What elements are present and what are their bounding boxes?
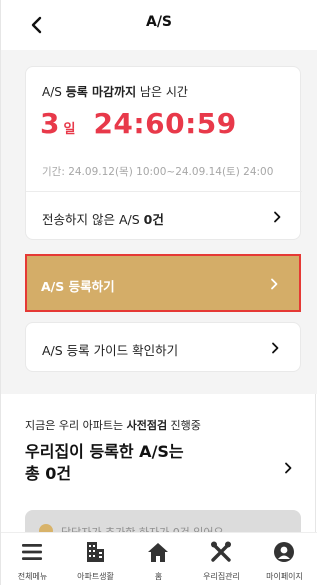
chevron-right-icon: [285, 462, 292, 474]
app-frame: A/S A/S 등록 마감까지 남은 시간 3 일 24:60:59 기간: 24.…: [0, 0, 317, 585]
period-text: 기간: 24.09.12(목) 10:00~24.09.14(토) 24:00: [42, 166, 274, 178]
unsent-prefix: 전송하지 않은 A/S: [42, 212, 144, 227]
nav-item-home-management[interactable]: 우리집관리: [190, 533, 253, 585]
menu-icon: [22, 544, 42, 560]
nav-label: 마이페이지: [266, 572, 303, 581]
home-icon: [148, 543, 168, 562]
page-title: A/S: [145, 14, 173, 30]
deadline-card: A/S 등록 마감까지 남은 시간 3 일 24:60:59 기간: 24.09.1…: [25, 66, 302, 241]
tools-icon: [211, 541, 231, 562]
my-as-summary[interactable]: 우리집이 등록한 A/S는 총 0건: [25, 441, 301, 493]
deadline-bold: 등록 마감까지: [65, 85, 137, 99]
deadline-suffix: 남은 시간: [136, 85, 188, 99]
notice-bold: 사전점검: [126, 419, 168, 432]
nav-label: 전체메뉴: [17, 572, 48, 581]
days-unit: 일: [63, 122, 76, 137]
unsent-count: 0건: [143, 212, 164, 227]
inspection-notice: 지금은 우리 아파트는 사전점검 진행중: [25, 417, 201, 433]
my-as-total: 총 0건: [25, 464, 72, 483]
unsent-as-row[interactable]: 전송하지 않은 A/S 0건: [26, 192, 302, 241]
chevron-right-icon: [271, 278, 278, 290]
nav-item-my-page[interactable]: 마이페이지: [253, 533, 316, 585]
bottom-nav: 전체메뉴 아파트생활 홈 우리집관리 마이페이지: [1, 532, 317, 585]
guide-label: A/S 등록 가이드 확인하기: [42, 343, 179, 358]
chevron-right-icon: [272, 342, 279, 354]
nav-item-apartment-life[interactable]: 아파트생활: [64, 533, 127, 585]
register-as-button[interactable]: A/S 등록하기: [25, 254, 301, 312]
unsent-label: 전송하지 않은 A/S 0건: [42, 209, 164, 228]
my-as-line1: 우리집이 등록한 A/S는: [25, 442, 184, 461]
apartment-icon: [87, 542, 104, 562]
nav-label: 홈: [154, 572, 163, 581]
nav-item-home[interactable]: 홈: [127, 533, 190, 585]
countdown-timer: 3 일 24:60:59: [40, 107, 237, 140]
countdown-clock: 24:60:59: [93, 107, 237, 140]
chevron-right-icon: [274, 211, 281, 223]
register-as-label: A/S 등록하기: [41, 279, 115, 294]
days-value: 3: [40, 107, 60, 140]
nav-label: 아파트생활: [77, 572, 114, 581]
deadline-text: A/S 등록 마감까지 남은 시간: [42, 83, 188, 100]
nav-item-all-menu[interactable]: 전체메뉴: [1, 533, 64, 585]
notice-suffix: 진행중: [167, 419, 201, 432]
deadline-prefix: A/S: [42, 85, 66, 99]
top-bar: A/S: [1, 0, 317, 50]
notice-prefix: 지금은 우리 아파트는: [25, 419, 127, 432]
nav-label: 우리집관리: [203, 572, 240, 581]
profile-icon: [274, 542, 294, 562]
registration-guide-button[interactable]: A/S 등록 가이드 확인하기: [25, 322, 301, 372]
